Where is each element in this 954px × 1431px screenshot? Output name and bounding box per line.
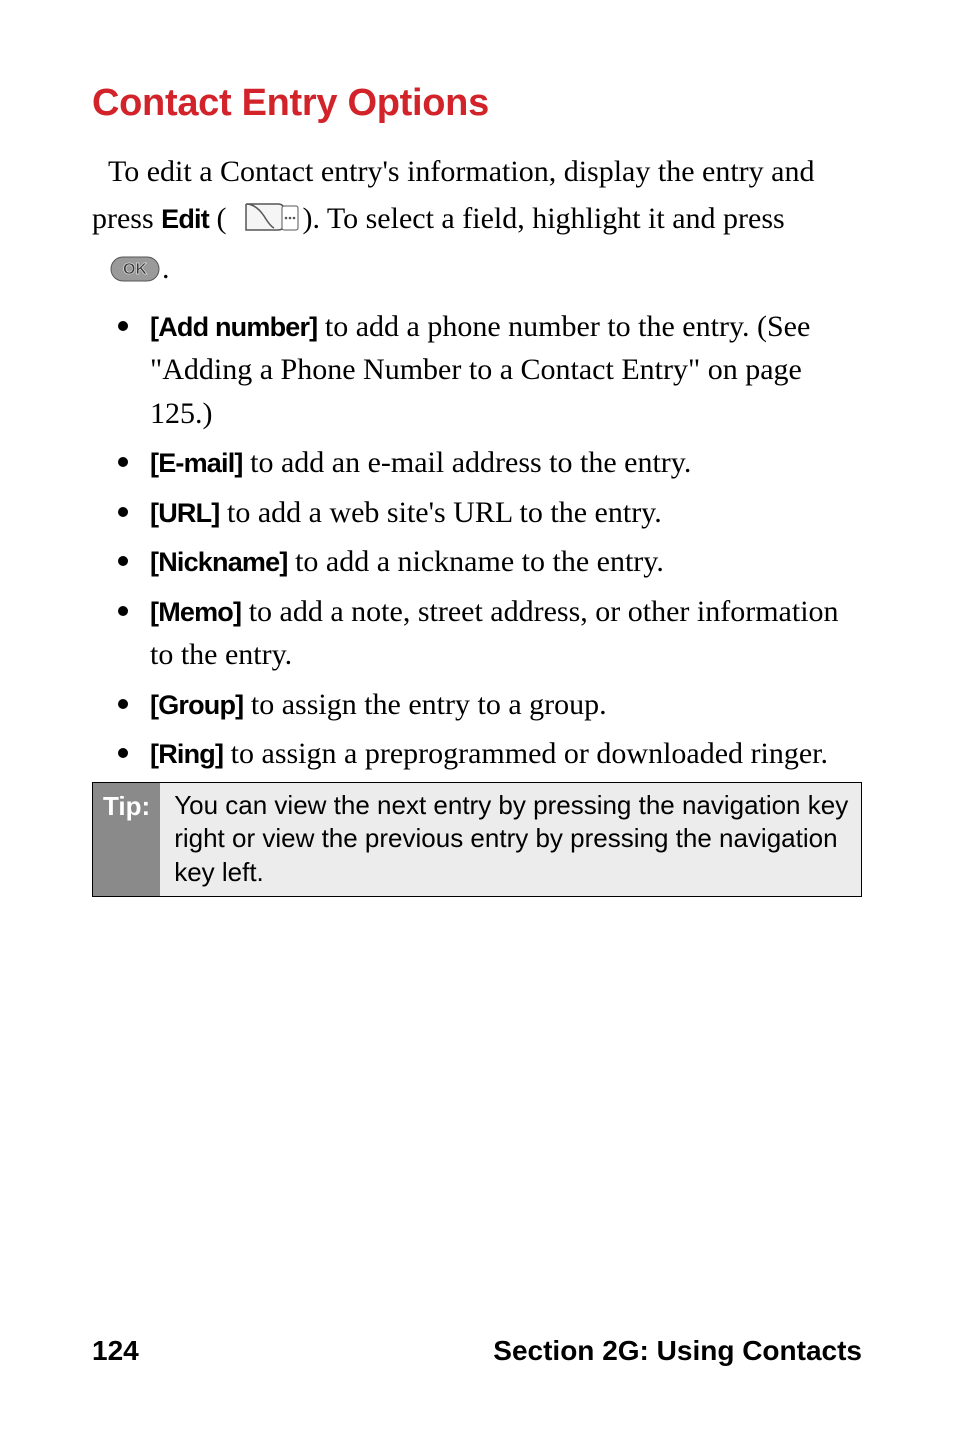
list-item: [Add number] to add a phone number to th… <box>146 305 862 436</box>
page-container: Contact Entry Options To edit a Contact … <box>0 0 954 1431</box>
list-item: [Nickname] to add a nickname to the entr… <box>146 540 862 584</box>
list-item-bold: [Nickname] <box>150 547 288 577</box>
tip-label: Tip: <box>93 783 160 896</box>
edit-label: Edit <box>161 204 209 234</box>
list-item: [Ring] to assign a preprogrammed or down… <box>146 732 862 776</box>
ok-button-icon: OK <box>94 250 160 297</box>
list-item: [Group] to assign the entry to a group. <box>146 683 862 727</box>
intro-period: . <box>162 252 170 285</box>
tip-box: Tip: You can view the next entry by pres… <box>92 782 862 897</box>
svg-text:OK: OK <box>123 261 147 278</box>
list-item: [URL] to add a web site's URL to the ent… <box>146 491 862 535</box>
list-item-text: to add a nickname to the entry. <box>288 545 664 578</box>
list-item: [E-mail] to add an e-mail address to the… <box>146 441 862 485</box>
list-item-text: to add a note, street address, or other … <box>150 595 839 672</box>
list-item: [Memo] to add a note, street address, or… <box>146 590 862 677</box>
list-item-text: to add an e-mail address to the entry. <box>243 446 692 479</box>
list-item-text: to assign a preprogrammed or downloaded … <box>223 737 828 770</box>
list-item-bold: [Memo] <box>150 597 241 627</box>
page-footer: 124 Section 2G: Using Contacts <box>92 1335 862 1367</box>
section-label: Section 2G: Using Contacts <box>493 1335 862 1367</box>
list-item-bold: [URL] <box>150 498 219 528</box>
tip-body: You can view the next entry by pressing … <box>160 783 861 896</box>
bullet-list: [Add number] to add a phone number to th… <box>92 305 862 776</box>
softkey-icon <box>228 200 300 247</box>
page-number: 124 <box>92 1335 139 1367</box>
page-heading: Contact Entry Options <box>92 82 862 125</box>
list-item-bold: [Group] <box>150 690 243 720</box>
intro-text-2: ( <box>209 202 227 235</box>
list-item-text: to add a web site's URL to the entry. <box>219 496 661 529</box>
list-item-text: to assign the entry to a group. <box>243 688 606 721</box>
list-item-bold: [Add number] <box>150 312 317 342</box>
intro-text-3: ). To select a field, highlight it and p… <box>302 202 784 235</box>
list-item-bold: [Ring] <box>150 739 223 769</box>
list-item-bold: [E-mail] <box>150 448 243 478</box>
intro-paragraph: To edit a Contact entry's information, d… <box>92 149 862 297</box>
